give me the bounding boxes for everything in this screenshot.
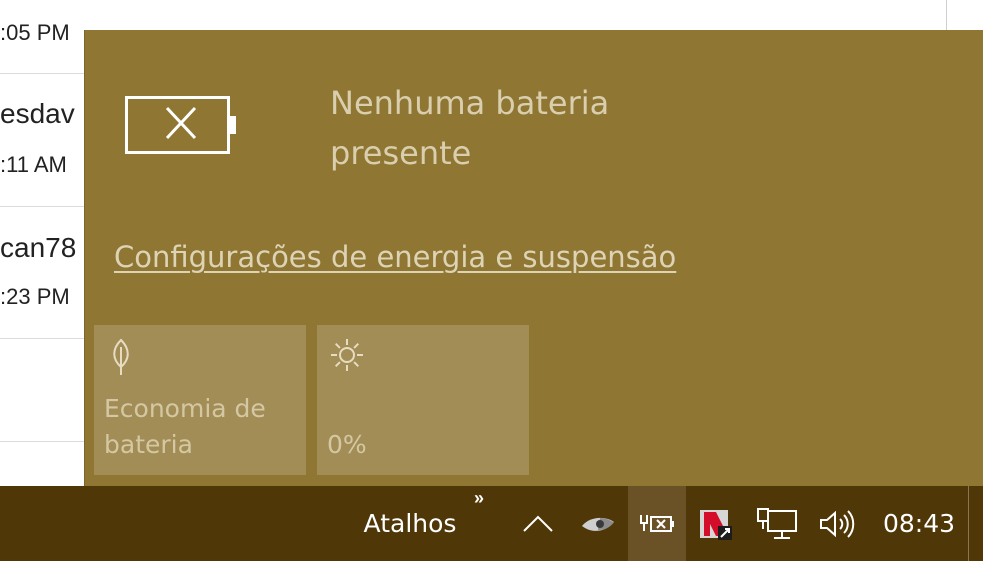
taskbar: Atalhos » 08:43 bbox=[0, 486, 983, 561]
tray-app-eye[interactable] bbox=[572, 486, 624, 561]
battery-missing-icon bbox=[640, 514, 674, 532]
list-divider bbox=[0, 206, 84, 207]
list-item-time: :23 PM bbox=[0, 284, 70, 309]
brightness-icon bbox=[331, 339, 363, 371]
brightness-tile[interactable]: 0% bbox=[317, 325, 529, 475]
tray-network[interactable] bbox=[752, 486, 802, 561]
atalhos-toolbar[interactable]: Atalhos bbox=[355, 486, 465, 561]
battery-flyout: Nenhuma bateria presente Configurações d… bbox=[84, 30, 983, 486]
power-sleep-settings-link[interactable]: Configurações de energia e suspensão bbox=[114, 240, 676, 274]
list-divider bbox=[0, 73, 84, 74]
list-item-time: :11 AM bbox=[0, 152, 67, 177]
battery-status-text: Nenhuma bateria presente bbox=[330, 84, 610, 172]
volume-icon bbox=[820, 509, 855, 538]
eye-app-icon bbox=[582, 517, 614, 531]
toolbar-more-icon[interactable]: » bbox=[474, 488, 484, 509]
tray-kaspersky[interactable] bbox=[690, 486, 742, 561]
kaspersky-icon bbox=[700, 509, 732, 540]
clock[interactable]: 08:43 bbox=[876, 486, 962, 561]
list-divider bbox=[0, 441, 84, 442]
brightness-label: 0% bbox=[327, 430, 367, 459]
list-item-name[interactable]: can78 bbox=[0, 232, 76, 264]
list-item-name[interactable]: esdav bbox=[0, 98, 75, 130]
list-item-time: :05 PM bbox=[0, 20, 70, 45]
tray-volume[interactable] bbox=[812, 486, 862, 561]
leaf-icon bbox=[113, 338, 129, 375]
atalhos-label: Atalhos bbox=[363, 509, 457, 538]
show-desktop-button[interactable] bbox=[968, 486, 969, 561]
show-hidden-icons-button[interactable] bbox=[518, 486, 558, 561]
tray-power-button[interactable] bbox=[628, 486, 686, 561]
chevron-up-icon bbox=[523, 515, 553, 532]
battery-saver-tile[interactable]: Economia de bateria bbox=[94, 325, 306, 475]
network-icon bbox=[757, 507, 797, 539]
background-divider bbox=[946, 0, 947, 30]
clock-time: 08:43 bbox=[882, 509, 956, 538]
battery-missing-icon bbox=[125, 96, 236, 154]
list-divider bbox=[0, 338, 84, 339]
battery-saver-label: Economia de bateria bbox=[104, 394, 266, 459]
